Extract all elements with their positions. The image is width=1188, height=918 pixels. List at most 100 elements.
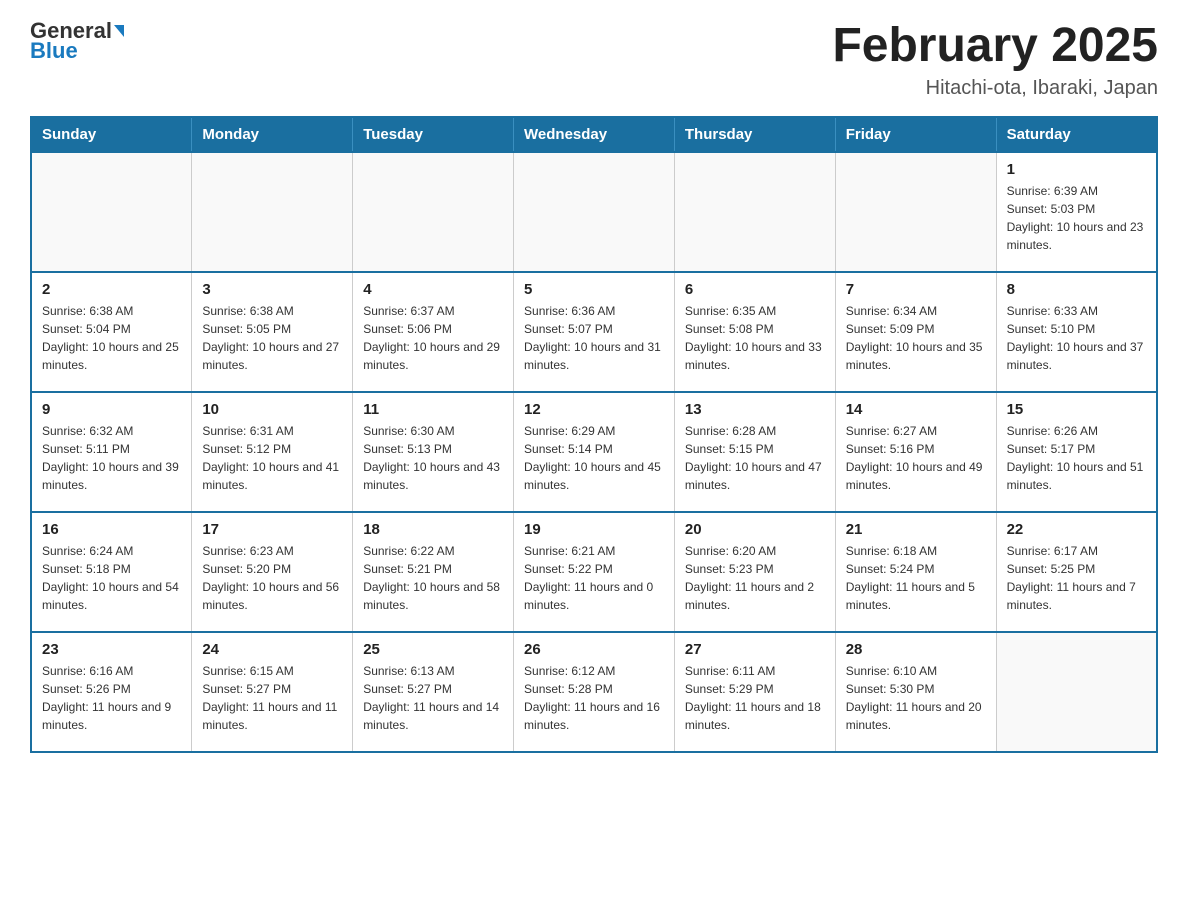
day-number: 9 <box>42 401 181 418</box>
weekday-header-tuesday: Tuesday <box>353 117 514 152</box>
day-number: 6 <box>685 281 825 298</box>
calendar-cell: 16 Sunrise: 6:24 AM Sunset: 5:18 PM Dayli… <box>31 512 192 632</box>
logo-triangle-icon <box>114 25 124 37</box>
calendar-cell: 3 Sunrise: 6:38 AM Sunset: 5:05 PM Daylig… <box>192 272 353 392</box>
title-block: February 2025 Hitachi-ota, Ibaraki, Japa… <box>832 20 1158 100</box>
day-number: 26 <box>524 641 664 658</box>
calendar-cell <box>514 152 675 272</box>
day-number: 7 <box>846 281 986 298</box>
day-number: 19 <box>524 521 664 538</box>
day-number: 1 <box>1007 161 1146 178</box>
location: Hitachi-ota, Ibaraki, Japan <box>832 77 1158 100</box>
calendar-cell: 9 Sunrise: 6:32 AM Sunset: 5:11 PM Daylig… <box>31 392 192 512</box>
day-info: Sunrise: 6:30 AM Sunset: 5:13 PM Dayligh… <box>363 422 503 494</box>
calendar-cell: 26 Sunrise: 6:12 AM Sunset: 5:28 PM Dayli… <box>514 632 675 752</box>
calendar-cell: 12Sunrise: 6:29 AM Sunset: 5:14 PM Dayli… <box>514 392 675 512</box>
day-info: Sunrise: 6:35 AM Sunset: 5:08 PM Dayligh… <box>685 302 825 374</box>
calendar-cell <box>353 152 514 272</box>
calendar-cell: 7 Sunrise: 6:34 AM Sunset: 5:09 PM Daylig… <box>835 272 996 392</box>
calendar-week-row: 9 Sunrise: 6:32 AM Sunset: 5:11 PM Daylig… <box>31 392 1157 512</box>
weekday-header-saturday: Saturday <box>996 117 1157 152</box>
calendar-cell <box>674 152 835 272</box>
day-number: 28 <box>846 641 986 658</box>
day-info: Sunrise: 6:27 AM Sunset: 5:16 PM Dayligh… <box>846 422 986 494</box>
day-info: Sunrise: 6:37 AM Sunset: 5:06 PM Dayligh… <box>363 302 503 374</box>
calendar-cell <box>996 632 1157 752</box>
page-header: General Blue February 2025 Hitachi-ota, … <box>30 20 1158 100</box>
day-info: Sunrise: 6:16 AM Sunset: 5:26 PM Dayligh… <box>42 662 181 734</box>
calendar-cell: 20 Sunrise: 6:20 AM Sunset: 5:23 PM Dayli… <box>674 512 835 632</box>
weekday-header-wednesday: Wednesday <box>514 117 675 152</box>
day-info: Sunrise: 6:28 AM Sunset: 5:15 PM Dayligh… <box>685 422 825 494</box>
weekday-row: SundayMondayTuesdayWednesdayThursdayFrid… <box>31 117 1157 152</box>
weekday-header-sunday: Sunday <box>31 117 192 152</box>
calendar-cell: 1 Sunrise: 6:39 AM Sunset: 5:03 PM Daylig… <box>996 152 1157 272</box>
day-info: Sunrise: 6:31 AM Sunset: 5:12 PM Dayligh… <box>202 422 342 494</box>
day-number: 5 <box>524 281 664 298</box>
day-number: 12 <box>524 401 664 418</box>
day-info: Sunrise: 6:32 AM Sunset: 5:11 PM Dayligh… <box>42 422 181 494</box>
day-number: 16 <box>42 521 181 538</box>
day-info: Sunrise: 6:24 AM Sunset: 5:18 PM Dayligh… <box>42 542 181 614</box>
day-info: Sunrise: 6:17 AM Sunset: 5:25 PM Dayligh… <box>1007 542 1146 614</box>
day-number: 14 <box>846 401 986 418</box>
day-info: Sunrise: 6:21 AM Sunset: 5:22 PM Dayligh… <box>524 542 664 614</box>
logo-blue: Blue <box>30 40 78 62</box>
calendar-week-row: 1 Sunrise: 6:39 AM Sunset: 5:03 PM Daylig… <box>31 152 1157 272</box>
calendar-cell: 15 Sunrise: 6:26 AM Sunset: 5:17 PM Dayli… <box>996 392 1157 512</box>
weekday-header-monday: Monday <box>192 117 353 152</box>
day-number: 25 <box>363 641 503 658</box>
day-info: Sunrise: 6:38 AM Sunset: 5:05 PM Dayligh… <box>202 302 342 374</box>
calendar-cell: 10 Sunrise: 6:31 AM Sunset: 5:12 PM Dayli… <box>192 392 353 512</box>
calendar-cell: 6 Sunrise: 6:35 AM Sunset: 5:08 PM Daylig… <box>674 272 835 392</box>
day-info: Sunrise: 6:15 AM Sunset: 5:27 PM Dayligh… <box>202 662 342 734</box>
calendar-cell: 27 Sunrise: 6:11 AM Sunset: 5:29 PM Dayli… <box>674 632 835 752</box>
calendar-cell: 22 Sunrise: 6:17 AM Sunset: 5:25 PM Dayli… <box>996 512 1157 632</box>
day-info: Sunrise: 6:36 AM Sunset: 5:07 PM Dayligh… <box>524 302 664 374</box>
calendar-cell: 21Sunrise: 6:18 AM Sunset: 5:24 PM Dayli… <box>835 512 996 632</box>
calendar-cell: 2Sunrise: 6:38 AM Sunset: 5:04 PM Daylig… <box>31 272 192 392</box>
day-number: 23 <box>42 641 181 658</box>
day-number: 13 <box>685 401 825 418</box>
calendar-week-row: 23 Sunrise: 6:16 AM Sunset: 5:26 PM Dayli… <box>31 632 1157 752</box>
calendar-week-row: 16 Sunrise: 6:24 AM Sunset: 5:18 PM Dayli… <box>31 512 1157 632</box>
calendar-week-row: 2Sunrise: 6:38 AM Sunset: 5:04 PM Daylig… <box>31 272 1157 392</box>
calendar-cell <box>31 152 192 272</box>
day-number: 15 <box>1007 401 1146 418</box>
calendar-cell: 24Sunrise: 6:15 AM Sunset: 5:27 PM Dayli… <box>192 632 353 752</box>
day-info: Sunrise: 6:34 AM Sunset: 5:09 PM Dayligh… <box>846 302 986 374</box>
day-info: Sunrise: 6:23 AM Sunset: 5:20 PM Dayligh… <box>202 542 342 614</box>
weekday-header-thursday: Thursday <box>674 117 835 152</box>
weekday-header-friday: Friday <box>835 117 996 152</box>
day-number: 21 <box>846 521 986 538</box>
calendar-cell: 8 Sunrise: 6:33 AM Sunset: 5:10 PM Daylig… <box>996 272 1157 392</box>
logo: General Blue <box>30 20 124 62</box>
day-info: Sunrise: 6:12 AM Sunset: 5:28 PM Dayligh… <box>524 662 664 734</box>
calendar-cell: 17Sunrise: 6:23 AM Sunset: 5:20 PM Dayli… <box>192 512 353 632</box>
day-info: Sunrise: 6:33 AM Sunset: 5:10 PM Dayligh… <box>1007 302 1146 374</box>
day-info: Sunrise: 6:13 AM Sunset: 5:27 PM Dayligh… <box>363 662 503 734</box>
day-number: 3 <box>202 281 342 298</box>
day-info: Sunrise: 6:39 AM Sunset: 5:03 PM Dayligh… <box>1007 182 1146 254</box>
calendar-table: SundayMondayTuesdayWednesdayThursdayFrid… <box>30 116 1158 753</box>
month-title: February 2025 <box>832 20 1158 73</box>
day-number: 20 <box>685 521 825 538</box>
calendar-cell: 5 Sunrise: 6:36 AM Sunset: 5:07 PM Daylig… <box>514 272 675 392</box>
day-number: 10 <box>202 401 342 418</box>
day-info: Sunrise: 6:11 AM Sunset: 5:29 PM Dayligh… <box>685 662 825 734</box>
day-info: Sunrise: 6:10 AM Sunset: 5:30 PM Dayligh… <box>846 662 986 734</box>
day-info: Sunrise: 6:22 AM Sunset: 5:21 PM Dayligh… <box>363 542 503 614</box>
day-number: 8 <box>1007 281 1146 298</box>
calendar-cell: 18Sunrise: 6:22 AM Sunset: 5:21 PM Dayli… <box>353 512 514 632</box>
calendar-body: 1 Sunrise: 6:39 AM Sunset: 5:03 PM Daylig… <box>31 152 1157 752</box>
calendar-cell: 14 Sunrise: 6:27 AM Sunset: 5:16 PM Dayli… <box>835 392 996 512</box>
day-info: Sunrise: 6:26 AM Sunset: 5:17 PM Dayligh… <box>1007 422 1146 494</box>
calendar-cell: 19 Sunrise: 6:21 AM Sunset: 5:22 PM Dayli… <box>514 512 675 632</box>
day-number: 11 <box>363 401 503 418</box>
day-number: 27 <box>685 641 825 658</box>
calendar-cell <box>192 152 353 272</box>
calendar-cell <box>835 152 996 272</box>
calendar-cell: 13 Sunrise: 6:28 AM Sunset: 5:15 PM Dayli… <box>674 392 835 512</box>
day-number: 22 <box>1007 521 1146 538</box>
day-info: Sunrise: 6:20 AM Sunset: 5:23 PM Dayligh… <box>685 542 825 614</box>
